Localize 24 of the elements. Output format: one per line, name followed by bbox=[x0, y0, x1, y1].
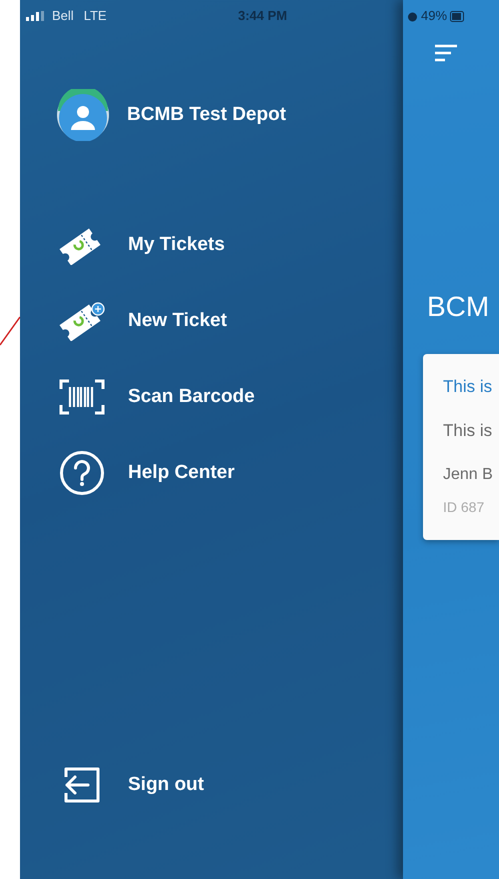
help-icon bbox=[59, 450, 105, 496]
ticket-plus-icon bbox=[58, 301, 106, 341]
menu-item[interactable]: New Ticket bbox=[20, 283, 403, 359]
sign-out-icon bbox=[62, 765, 102, 805]
battery-percent: 49% bbox=[421, 7, 448, 26]
carrier-label: Bell bbox=[52, 7, 74, 26]
network-label: LTE bbox=[84, 7, 107, 26]
menu-icon bbox=[434, 44, 458, 62]
card-id: ID 687 bbox=[443, 498, 486, 517]
card-title: This is bbox=[443, 376, 494, 398]
card-author: Jenn B bbox=[443, 465, 494, 485]
menu-item[interactable]: Scan Barcode bbox=[20, 359, 403, 435]
sign-out-item[interactable]: Sign out bbox=[20, 747, 403, 823]
card-body: This is bbox=[443, 420, 494, 442]
menu-button[interactable] bbox=[433, 42, 459, 64]
account-name: BCMB Test Depot bbox=[127, 102, 286, 127]
page-title: BCM bbox=[427, 290, 490, 324]
menu-item[interactable]: My Tickets bbox=[20, 207, 403, 283]
avatar-icon bbox=[57, 89, 109, 141]
battery-icon bbox=[450, 10, 464, 22]
annotation-line bbox=[0, 316, 20, 346]
status-time: 3:44 PM bbox=[238, 7, 288, 26]
barcode-scan-icon bbox=[59, 379, 105, 415]
menu-item[interactable]: Help Center bbox=[20, 435, 403, 511]
